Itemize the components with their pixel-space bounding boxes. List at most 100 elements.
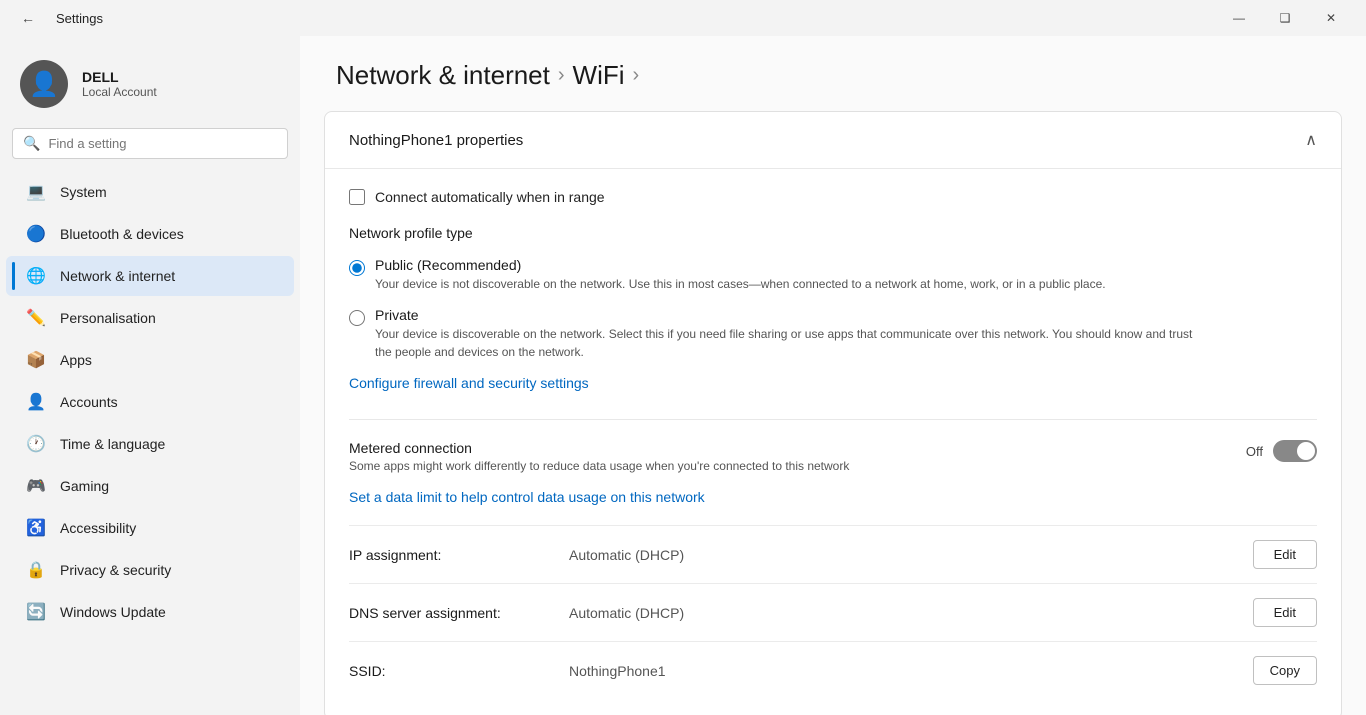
sidebar-item-bluetooth[interactable]: 🔵 Bluetooth & devices bbox=[6, 214, 294, 254]
breadcrumb-sep2: › bbox=[633, 64, 640, 87]
metered-toggle-label: Off bbox=[1246, 444, 1263, 459]
accessibility-icon: ♿ bbox=[26, 518, 46, 538]
private-option: Private Your device is discoverable on t… bbox=[349, 307, 1317, 361]
metered-toggle-area: Off bbox=[1246, 440, 1317, 462]
sidebar-label-bluetooth: Bluetooth & devices bbox=[60, 226, 184, 242]
toggle-knob bbox=[1297, 442, 1315, 460]
section-header: NothingPhone1 properties ∧ bbox=[325, 112, 1341, 169]
ip-assignment-action: Edit bbox=[1237, 540, 1317, 569]
metered-desc: Some apps might work differently to redu… bbox=[349, 459, 849, 473]
metered-info: Metered connection Some apps might work … bbox=[349, 440, 849, 473]
sidebar-label-personalisation: Personalisation bbox=[60, 310, 156, 326]
sidebar-item-accessibility[interactable]: ♿ Accessibility bbox=[6, 508, 294, 548]
breadcrumb-root[interactable]: Network & internet bbox=[336, 60, 550, 91]
back-button[interactable]: ← bbox=[12, 2, 44, 34]
title-bar-left: ← Settings bbox=[12, 2, 103, 34]
sidebar-item-time[interactable]: 🕐 Time & language bbox=[6, 424, 294, 464]
private-radio[interactable] bbox=[349, 310, 365, 326]
sidebar-label-apps: Apps bbox=[60, 352, 92, 368]
user-section: 👤 DELL Local Account bbox=[0, 44, 300, 128]
firewall-link[interactable]: Configure firewall and security settings bbox=[349, 375, 589, 391]
collapse-button[interactable]: ∧ bbox=[1305, 130, 1317, 150]
sidebar: 👤 DELL Local Account 🔍 💻 System 🔵 Blueto… bbox=[0, 36, 300, 715]
user-role: Local Account bbox=[82, 85, 157, 99]
ssid-copy-button[interactable]: Copy bbox=[1253, 656, 1317, 685]
sidebar-item-personalisation[interactable]: ✏️ Personalisation bbox=[6, 298, 294, 338]
close-button[interactable]: ✕ bbox=[1308, 2, 1354, 34]
private-option-text: Private Your device is discoverable on t… bbox=[375, 307, 1195, 361]
network-icon: 🌐 bbox=[26, 266, 46, 286]
search-input[interactable] bbox=[48, 136, 277, 151]
content-area: NothingPhone1 properties ∧ Connect autom… bbox=[324, 111, 1342, 715]
ssid-action: Copy bbox=[1237, 656, 1317, 685]
user-name: DELL bbox=[82, 69, 157, 85]
connect-auto-label[interactable]: Connect automatically when in range bbox=[375, 189, 605, 205]
breadcrumb-child[interactable]: WiFi bbox=[573, 60, 625, 91]
sidebar-label-update: Windows Update bbox=[60, 604, 166, 620]
search-box[interactable]: 🔍 bbox=[12, 128, 288, 159]
metered-toggle-switch[interactable] bbox=[1273, 440, 1317, 462]
breadcrumb: Network & internet › WiFi › bbox=[300, 36, 1366, 111]
private-option-title: Private bbox=[375, 307, 1195, 323]
dns-assignment-row: DNS server assignment: Automatic (DHCP) … bbox=[349, 583, 1317, 641]
sidebar-item-accounts[interactable]: 👤 Accounts bbox=[6, 382, 294, 422]
breadcrumb-sep1: › bbox=[558, 64, 565, 87]
sidebar-label-time: Time & language bbox=[60, 436, 165, 452]
public-option-title: Public (Recommended) bbox=[375, 257, 1106, 273]
sidebar-item-system[interactable]: 💻 System bbox=[6, 172, 294, 212]
sidebar-label-gaming: Gaming bbox=[60, 478, 109, 494]
section-body: Connect automatically when in range Netw… bbox=[325, 169, 1341, 715]
avatar-icon: 👤 bbox=[29, 70, 59, 99]
data-limit-link[interactable]: Set a data limit to help control data us… bbox=[349, 489, 705, 505]
accounts-icon: 👤 bbox=[26, 392, 46, 412]
network-profile-label: Network profile type bbox=[349, 225, 1317, 241]
public-option: Public (Recommended) Your device is not … bbox=[349, 257, 1317, 293]
search-icon: 🔍 bbox=[23, 135, 40, 152]
metered-title: Metered connection bbox=[349, 440, 849, 456]
sidebar-label-network: Network & internet bbox=[60, 268, 175, 284]
ip-edit-button[interactable]: Edit bbox=[1253, 540, 1317, 569]
ip-assignment-row: IP assignment: Automatic (DHCP) Edit bbox=[349, 525, 1317, 583]
title-bar-controls: — ❑ ✕ bbox=[1216, 2, 1354, 34]
main-content: Network & internet › WiFi › NothingPhone… bbox=[300, 36, 1366, 715]
sidebar-item-update[interactable]: 🔄 Windows Update bbox=[6, 592, 294, 632]
personalisation-icon: ✏️ bbox=[26, 308, 46, 328]
gaming-icon: 🎮 bbox=[26, 476, 46, 496]
ssid-row: SSID: NothingPhone1 Copy bbox=[349, 641, 1317, 699]
ssid-label: SSID: bbox=[349, 663, 549, 679]
app-title: Settings bbox=[56, 11, 103, 26]
ip-assignment-label: IP assignment: bbox=[349, 547, 549, 563]
update-icon: 🔄 bbox=[26, 602, 46, 622]
public-option-text: Public (Recommended) Your device is not … bbox=[375, 257, 1106, 293]
ssid-value: NothingPhone1 bbox=[549, 663, 1237, 679]
sidebar-item-network[interactable]: 🌐 Network & internet bbox=[6, 256, 294, 296]
sidebar-item-apps[interactable]: 📦 Apps bbox=[6, 340, 294, 380]
bluetooth-icon: 🔵 bbox=[26, 224, 46, 244]
private-option-desc: Your device is discoverable on the netwo… bbox=[375, 325, 1195, 361]
metered-connection-row: Metered connection Some apps might work … bbox=[349, 440, 1317, 473]
connect-auto-checkbox[interactable] bbox=[349, 189, 365, 205]
sidebar-label-accessibility: Accessibility bbox=[60, 520, 136, 536]
dns-assignment-action: Edit bbox=[1237, 598, 1317, 627]
sidebar-item-privacy[interactable]: 🔒 Privacy & security bbox=[6, 550, 294, 590]
public-radio[interactable] bbox=[349, 260, 365, 276]
sidebar-label-privacy: Privacy & security bbox=[60, 562, 171, 578]
ip-assignment-value: Automatic (DHCP) bbox=[549, 547, 1237, 563]
dns-assignment-value: Automatic (DHCP) bbox=[549, 605, 1237, 621]
user-info: DELL Local Account bbox=[82, 69, 157, 99]
avatar: 👤 bbox=[20, 60, 68, 108]
privacy-icon: 🔒 bbox=[26, 560, 46, 580]
apps-icon: 📦 bbox=[26, 350, 46, 370]
public-option-desc: Your device is not discoverable on the n… bbox=[375, 275, 1106, 293]
title-bar: ← Settings — ❑ ✕ bbox=[0, 0, 1366, 36]
connect-auto-row: Connect automatically when in range bbox=[349, 189, 1317, 205]
app-body: 👤 DELL Local Account 🔍 💻 System 🔵 Blueto… bbox=[0, 36, 1366, 715]
time-icon: 🕐 bbox=[26, 434, 46, 454]
minimize-button[interactable]: — bbox=[1216, 2, 1262, 34]
section-title: NothingPhone1 properties bbox=[349, 132, 523, 149]
sidebar-label-accounts: Accounts bbox=[60, 394, 118, 410]
sidebar-item-gaming[interactable]: 🎮 Gaming bbox=[6, 466, 294, 506]
maximize-button[interactable]: ❑ bbox=[1262, 2, 1308, 34]
dns-assignment-label: DNS server assignment: bbox=[349, 605, 549, 621]
dns-edit-button[interactable]: Edit bbox=[1253, 598, 1317, 627]
